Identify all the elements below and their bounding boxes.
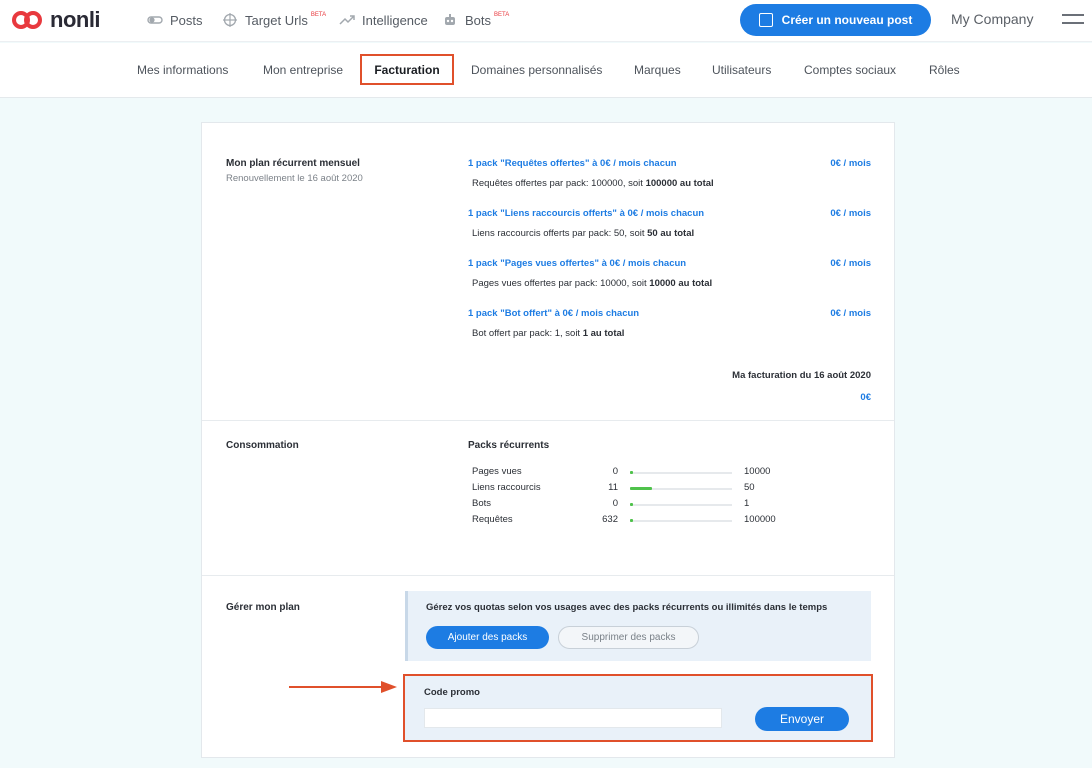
- tab-mon-entreprise[interactable]: Mon entreprise: [263, 63, 343, 77]
- annotation-arrow-icon: [289, 681, 397, 693]
- promo-code-label: Code promo: [424, 687, 480, 698]
- manage-plan-title: Gérer mon plan: [226, 602, 300, 613]
- usage-used: 11: [608, 482, 618, 493]
- promo-code-box: Code promo Envoyer: [403, 674, 873, 742]
- add-packs-button[interactable]: Ajouter des packs: [426, 626, 549, 649]
- robot-icon: [442, 12, 458, 28]
- nonli-logo[interactable]: nonli: [12, 7, 101, 33]
- billing-amount: 0€: [860, 392, 871, 403]
- tab-roles[interactable]: Rôles: [929, 63, 960, 77]
- trend-icon: [339, 12, 355, 28]
- divider: [202, 420, 894, 421]
- nav-posts-label: Posts: [170, 12, 203, 28]
- billing-card: Mon plan récurrent mensuel Renouvellemen…: [201, 122, 895, 758]
- pack-price: 0€ / mois: [830, 308, 871, 319]
- usage-name: Liens raccourcis: [472, 482, 541, 493]
- usage-progress-bar: [630, 503, 732, 506]
- nav-bots-label: Bots: [465, 12, 492, 28]
- tab-utilisateurs[interactable]: Utilisateurs: [712, 63, 771, 77]
- pack-title: 1 pack "Pages vues offertes" à 0€ / mois…: [468, 258, 687, 269]
- manage-plan-text: Gérez vos quotas selon vos usages avec d…: [426, 602, 828, 613]
- nav-target-urls[interactable]: Target Urls BETA: [222, 12, 326, 28]
- manage-plan-box: Gérez vos quotas selon vos usages avec d…: [405, 591, 871, 661]
- usage-row: Pages vues 0 10000: [472, 466, 792, 480]
- tab-facturation[interactable]: Facturation: [360, 54, 454, 85]
- nav-intelligence[interactable]: Intelligence: [339, 12, 428, 28]
- pack-detail: Liens raccourcis offerts par pack: 50, s…: [472, 228, 695, 239]
- tab-domaines-personnalises[interactable]: Domaines personnalisés: [471, 63, 602, 77]
- usage-max: 100000: [744, 514, 776, 525]
- nav-intelligence-label: Intelligence: [362, 12, 428, 28]
- nav-target-urls-label: Target Urls: [245, 12, 308, 28]
- recurring-packs-title: Packs récurrents: [468, 440, 550, 451]
- create-post-button[interactable]: Créer un nouveau post: [740, 4, 931, 36]
- pack-detail: Bot offert par pack: 1, soit 1 au total: [472, 328, 625, 339]
- toggle-icon: [147, 12, 163, 28]
- usage-progress-fill: [630, 471, 633, 474]
- usage-name: Requêtes: [472, 514, 513, 525]
- pack-title: 1 pack "Bot offert" à 0€ / mois chacun: [468, 308, 640, 319]
- usage-progress-bar: [630, 519, 732, 522]
- beta-badge: BETA: [310, 12, 327, 18]
- usage-used: 0: [612, 466, 618, 477]
- pack-title: 1 pack "Requêtes offertes" à 0€ / mois c…: [468, 158, 677, 169]
- usage-progress-bar: [630, 471, 732, 474]
- brand-name: nonli: [50, 7, 101, 32]
- tab-mes-informations[interactable]: Mes informations: [137, 63, 228, 77]
- pack-title: 1 pack "Liens raccourcis offerts" à 0€ /…: [468, 208, 705, 219]
- usage-max: 50: [744, 482, 755, 493]
- logo-mark-icon: [12, 8, 44, 32]
- settings-tabs: Mes informations Mon entreprise Facturat…: [0, 43, 1092, 98]
- beta-badge: BETA: [494, 12, 510, 18]
- consumption-title: Consommation: [226, 440, 299, 451]
- company-name[interactable]: My Company: [951, 11, 1033, 27]
- usage-name: Pages vues: [472, 466, 522, 477]
- usage-name: Bots: [472, 498, 492, 509]
- usage-row: Requêtes 632 100000: [472, 514, 792, 528]
- pack-detail: Requêtes offertes par pack: 100000, soit…: [472, 178, 714, 189]
- remove-packs-button[interactable]: Supprimer des packs: [558, 626, 699, 649]
- usage-row: Bots 0 1: [472, 498, 792, 512]
- top-bar: nonli Posts Target Urls BETA Intelligenc…: [0, 0, 1092, 42]
- pack-detail: Pages vues offertes par pack: 10000, soi…: [472, 278, 713, 289]
- crosshair-icon: [222, 12, 238, 28]
- usage-progress-bar: [630, 487, 732, 490]
- usage-row: Liens raccourcis 11 50: [472, 482, 792, 496]
- send-button[interactable]: Envoyer: [755, 707, 849, 731]
- usage-progress-fill: [630, 503, 633, 506]
- plan-title: Mon plan récurrent mensuel: [226, 158, 360, 169]
- menu-icon[interactable]: [1062, 14, 1084, 30]
- usage-progress-fill: [630, 487, 653, 490]
- edit-icon: [758, 13, 773, 27]
- usage-max: 1: [744, 498, 750, 509]
- pack-price: 0€ / mois: [830, 158, 871, 169]
- billing-label: Ma facturation du 16 août 2020: [732, 370, 871, 381]
- usage-progress-fill: [630, 519, 633, 522]
- tab-marques[interactable]: Marques: [634, 63, 681, 77]
- promo-code-input[interactable]: [424, 708, 722, 728]
- divider: [202, 575, 894, 576]
- nav-posts[interactable]: Posts: [147, 12, 203, 28]
- pack-price: 0€ / mois: [830, 208, 871, 219]
- pack-price: 0€ / mois: [830, 258, 871, 269]
- renewal-date: Renouvellement le 16 août 2020: [226, 173, 363, 184]
- nav-bots[interactable]: Bots BETA: [442, 12, 509, 28]
- create-post-label: Créer un nouveau post: [781, 13, 913, 27]
- usage-used: 632: [602, 514, 618, 525]
- tab-comptes-sociaux[interactable]: Comptes sociaux: [804, 63, 896, 77]
- usage-used: 0: [612, 498, 618, 509]
- usage-max: 10000: [744, 466, 771, 477]
